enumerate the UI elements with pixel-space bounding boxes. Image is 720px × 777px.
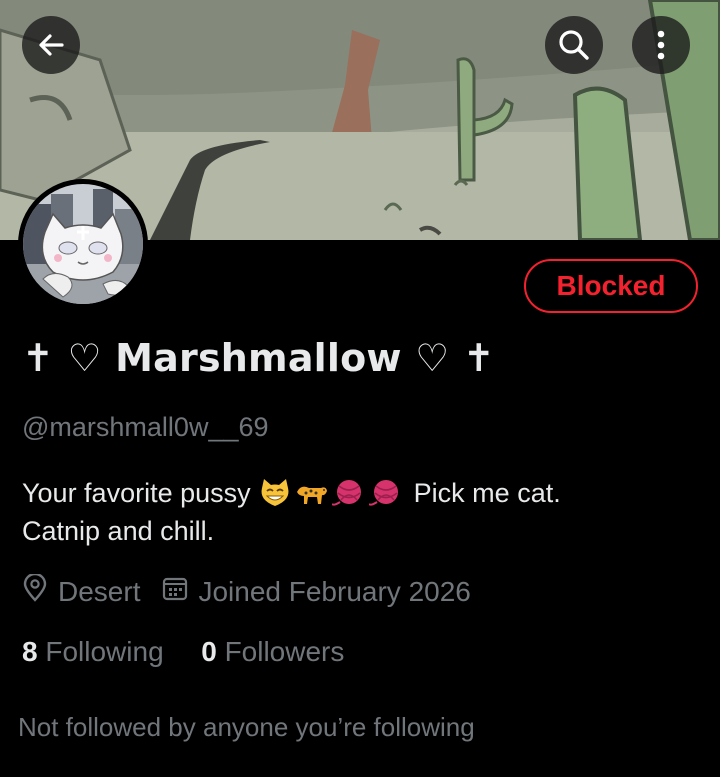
following-count: 8 [22, 636, 38, 667]
avatar[interactable] [18, 179, 148, 309]
bio-text-part1: Your favorite pussy [22, 478, 251, 508]
profile-meta: Desert Joined February 2026 [22, 572, 471, 609]
yarn-ball-emoji-icon [368, 478, 403, 508]
avatar-image [23, 184, 143, 304]
followers-link[interactable]: 0 Followers [201, 636, 344, 667]
following-link[interactable]: 8 Following [22, 636, 171, 667]
search-button[interactable] [545, 16, 603, 74]
following-label: Following [45, 636, 164, 667]
back-button[interactable] [22, 16, 80, 74]
location-pin-icon [22, 572, 48, 609]
bio-text-part2: Pick me cat. [413, 478, 561, 508]
location-text: Desert [58, 575, 141, 607]
arrow-left-icon [35, 29, 67, 61]
calendar-icon [162, 575, 188, 608]
display-name: ✝ ♡ Marshmallow ♡ ✝ [22, 336, 495, 380]
profile-bio: Your favorite pussy Pick me cat. Catnip … [22, 474, 702, 550]
leopard-emoji-icon [295, 478, 329, 508]
user-handle: @marshmall0w__69 [22, 412, 269, 442]
more-options-button[interactable] [632, 16, 690, 74]
followers-label: Followers [224, 636, 345, 667]
follow-counts: 8 Following 0 Followers [22, 636, 344, 668]
grinning-cat-emoji-icon [258, 478, 292, 508]
yarn-ball-emoji-icon [331, 478, 366, 508]
more-vertical-icon [656, 29, 666, 61]
not-followed-notice: Not followed by anyone you’re following [18, 712, 475, 742]
followers-count: 0 [201, 636, 217, 667]
blocked-button[interactable]: Blocked [524, 259, 698, 313]
joined-date: Joined February 2026 [198, 575, 471, 607]
search-icon [557, 28, 591, 62]
bio-text-line2: Catnip and chill. [22, 516, 215, 546]
